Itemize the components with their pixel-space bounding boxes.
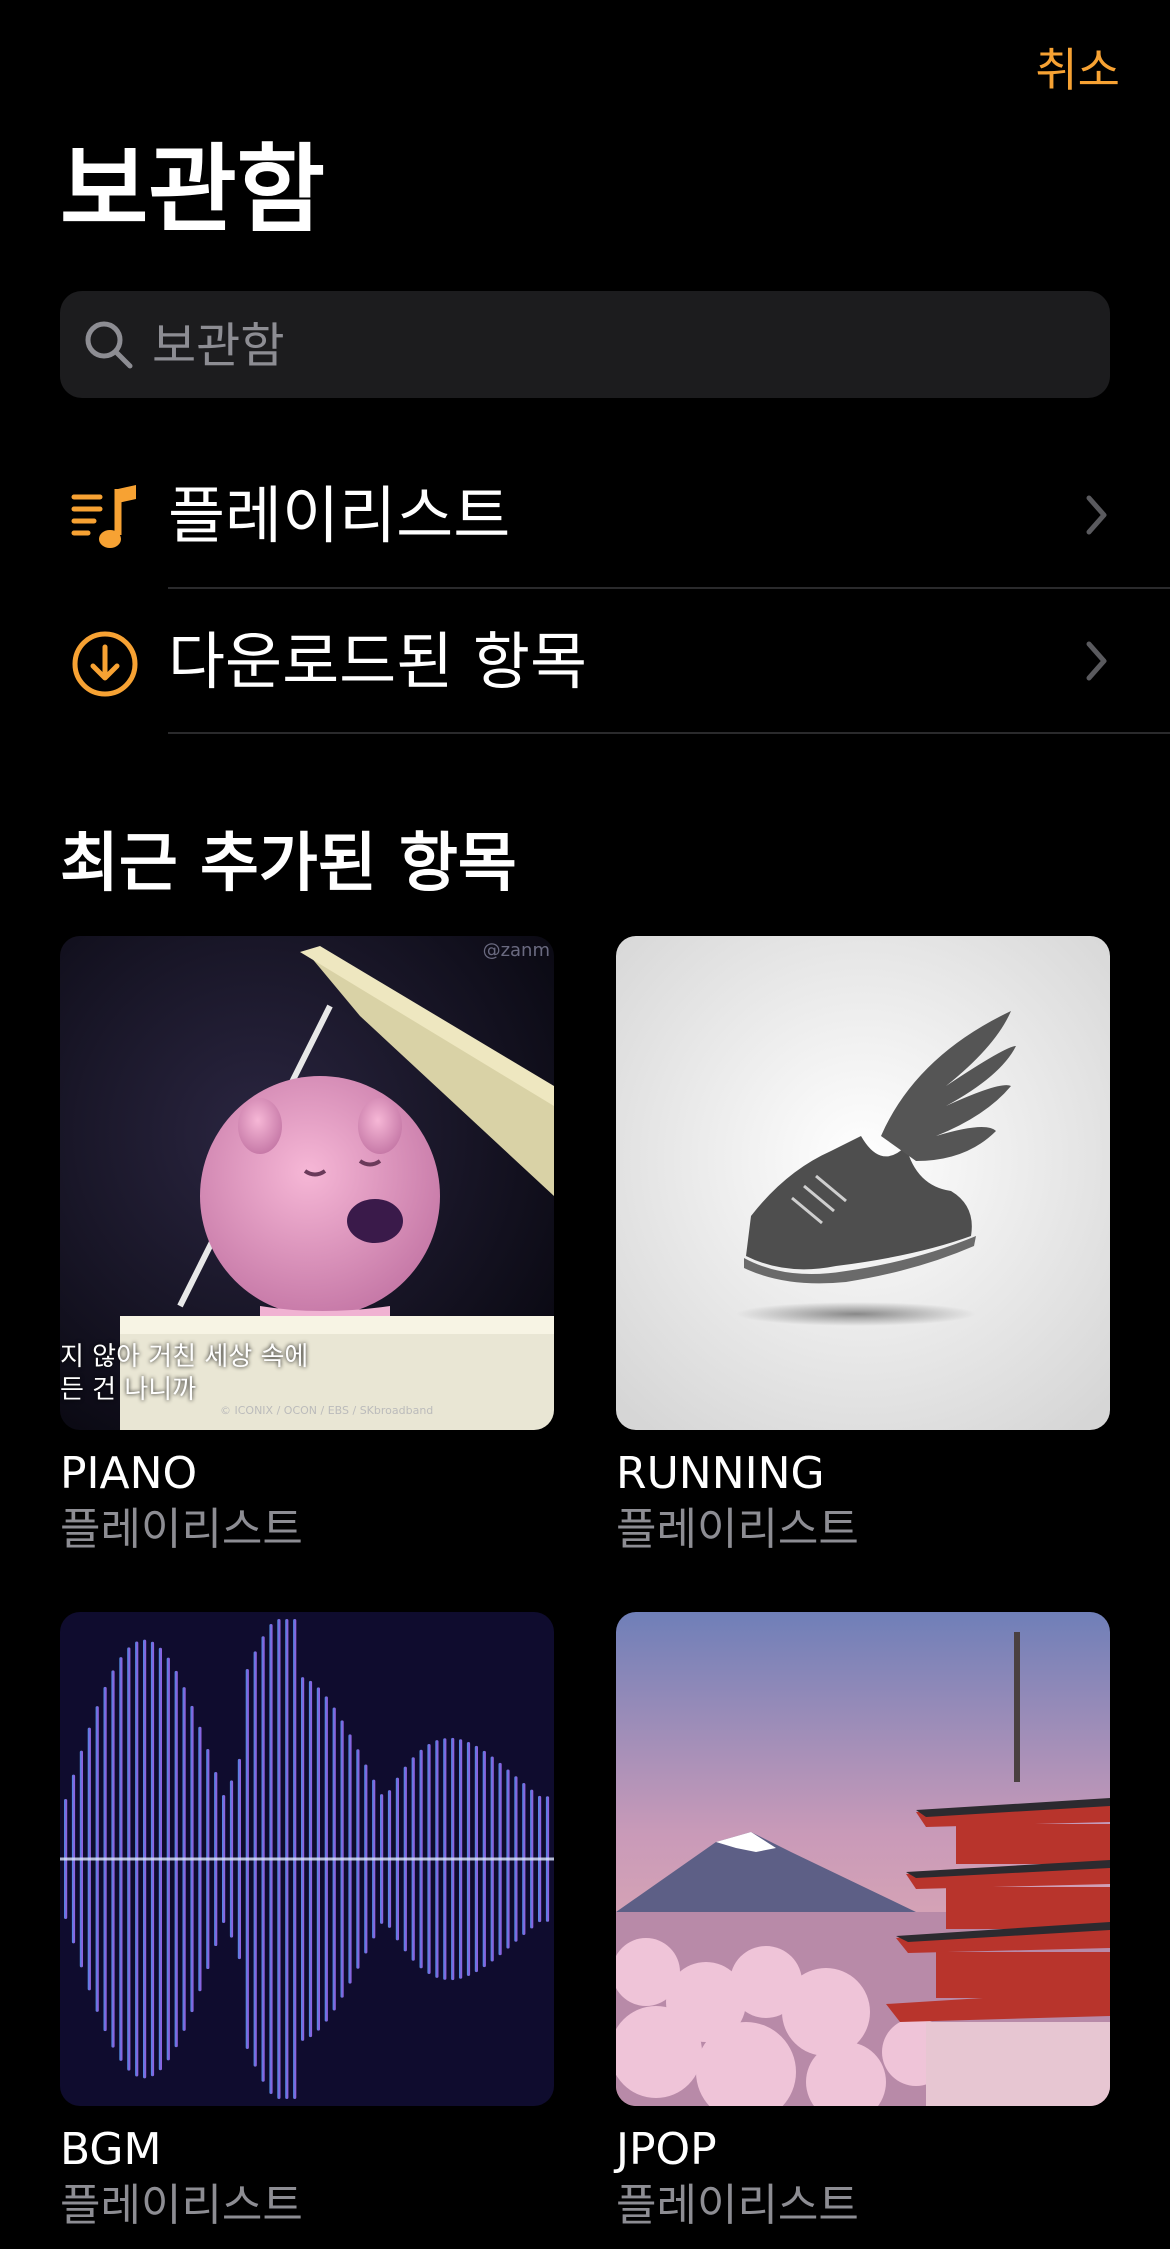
menu-item-playlists[interactable]: 플레이리스트 [0,443,1170,588]
playlist-artwork: 지 않아 거친 세상 속에 든 건 나니까 © ICONIX / OCON / … [60,936,554,1430]
search-input[interactable] [150,291,1084,400]
playlist-name: BGM [60,2124,162,2175]
playlist-artwork [616,936,1110,1430]
playlist-name: PIANO [60,1448,198,1499]
playlist-card-jpop[interactable]: JPOP 플레이리스트 [616,1612,1110,2231]
artwork-watermark: @zanm [482,940,550,961]
playlist-name: JPOP [616,2124,717,2175]
playlist-artwork [616,1612,1110,2106]
playlist-type: 플레이리스트 [60,2180,303,2232]
caption-line: 지 않아 거친 세상 속에 [60,1342,309,1372]
chevron-right-icon [1086,641,1107,681]
artwork-credit: © ICONIX / OCON / EBS / SKbroadband [220,1404,434,1417]
chevron-right-icon [1086,495,1107,535]
playlist-name: RUNNING [616,1448,825,1499]
playlist-card-bgm[interactable]: BGM 플레이리스트 [60,1612,554,2231]
playlist-artwork [60,1612,554,2106]
search-icon [85,321,133,369]
playlist-card-piano[interactable]: 지 않아 거친 세상 속에 든 건 나니까 © ICONIX / OCON / … [60,936,554,1555]
page-title: 보관함 [60,134,325,246]
menu-item-downloads[interactable]: 다운로드된 항목 [0,589,1170,734]
menu-item-label: 다운로드된 항목 [168,625,587,698]
divider [168,732,1170,734]
caption-line: 든 건 나니까 [60,1374,197,1405]
download-circle-icon [72,631,138,697]
playlist-type: 플레이리스트 [616,2180,859,2232]
artwork-caption: 지 않아 거친 세상 속에 든 건 나니까 [60,1341,308,1406]
search-field[interactable] [60,291,1110,400]
section-title-recent: 최근 추가된 항목 [60,827,517,901]
playlist-type: 플레이리스트 [616,1504,859,1556]
playlist-icon [71,485,136,548]
playlist-type: 플레이리스트 [60,1504,303,1556]
cancel-button[interactable]: 취소 [1035,34,1120,100]
menu-item-label: 플레이리스트 [168,479,511,552]
playlist-card-running[interactable]: RUNNING 플레이리스트 [616,936,1110,1555]
